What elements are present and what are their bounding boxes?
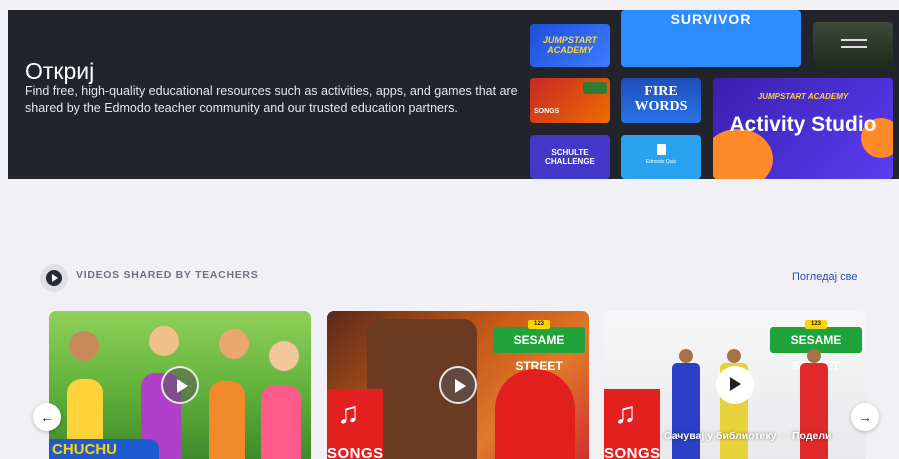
tile-label: SONGS xyxy=(534,108,560,115)
discover-page: Откриј Find free, high-quality education… xyxy=(0,0,899,459)
music-note-icon: ♫ xyxy=(337,397,360,430)
play-icon xyxy=(177,379,188,393)
card-actions: Сачувај у библиотеку · Подели xyxy=(664,430,831,442)
hero-banner: Откриј Find free, high-quality education… xyxy=(8,10,899,179)
tile-sesame-songs[interactable]: SONGS xyxy=(530,78,610,123)
music-note-icon: ♫ xyxy=(614,397,637,430)
tile-drone[interactable] xyxy=(813,22,893,67)
cartoon-kid xyxy=(149,326,179,356)
carousel-prev-button[interactable]: ← xyxy=(33,403,61,431)
video-card[interactable]: CHUCHU xyxy=(49,311,311,459)
share-link[interactable]: Подели xyxy=(792,430,831,442)
tile-sublabel: JUMPSTART ACADEMY xyxy=(757,92,849,101)
tile-edmodo-quiz[interactable]: Edmodo Quiz xyxy=(621,135,701,179)
play-button[interactable] xyxy=(161,366,199,404)
cartoon-kid xyxy=(219,329,249,359)
songs-panel: ♫ SONGS xyxy=(327,389,383,459)
tile-label: FIRE WORDS xyxy=(634,84,688,114)
separator: · xyxy=(782,430,787,442)
brand-number: 123 xyxy=(805,320,827,329)
cartoon-kid xyxy=(69,331,99,361)
tile-label: SCHULTE CHALLENGE xyxy=(545,148,595,166)
video-section-icon xyxy=(40,264,68,292)
sesame-street-badge xyxy=(583,82,607,94)
tile-label: Edmodo Quiz xyxy=(645,159,677,165)
play-button[interactable] xyxy=(439,366,477,404)
cartoon-figure xyxy=(209,381,245,459)
tile-fire-words[interactable]: FIRE WORDS xyxy=(621,78,701,123)
sesame-street-logo: 123 SESAME STREET xyxy=(493,320,585,373)
person-figure xyxy=(800,349,828,459)
quiz-icon xyxy=(657,144,666,155)
carousel-next-button[interactable]: → xyxy=(851,403,879,431)
hero-description: Find free, high-quality educational reso… xyxy=(25,84,518,115)
tile-label: SURVIVOR xyxy=(670,11,752,27)
arrow-right-icon: → xyxy=(858,409,872,425)
play-icon xyxy=(46,270,62,286)
person-figure xyxy=(672,349,700,459)
decorative-blob xyxy=(713,129,773,179)
songs-panel: ♫ SONGS xyxy=(604,389,660,459)
elmo-figure xyxy=(495,369,575,459)
section-title: VIDEOS SHARED BY TEACHERS xyxy=(76,269,259,281)
brand-label: SESAME STREET xyxy=(513,333,565,373)
cartoon-kid xyxy=(269,341,299,371)
songs-label: SONGS xyxy=(604,445,661,459)
view-all-link[interactable]: Погледај све xyxy=(792,271,857,283)
songs-label: SONGS xyxy=(327,445,384,459)
tile-survivor[interactable]: SURVIVOR xyxy=(621,10,801,67)
play-button[interactable] xyxy=(716,366,754,404)
play-icon xyxy=(730,377,741,391)
video-card[interactable]: 123 SESAME STREET ♫ SONGS Сачувај у библ… xyxy=(604,311,866,459)
play-icon xyxy=(455,379,466,393)
tile-schulte-challenge[interactable]: SCHULTE CHALLENGE xyxy=(530,135,610,179)
tile-label: Activity Studio xyxy=(729,113,877,136)
tile-label: JUMPSTART ACADEMY xyxy=(542,35,598,55)
chuchu-brand: CHUCHU xyxy=(49,439,159,459)
arrow-left-icon: ← xyxy=(40,409,54,425)
hero-title: Откриј xyxy=(25,58,95,84)
video-card[interactable]: 123 SESAME STREET ♫ SONGS xyxy=(327,311,589,459)
cartoon-figure xyxy=(261,385,301,459)
brand-number: 123 xyxy=(528,320,550,329)
tile-activity-studio[interactable]: JUMPSTART ACADEMY Activity Studio xyxy=(713,78,893,179)
tile-jumpstart-academy[interactable]: JUMPSTART ACADEMY xyxy=(530,24,610,67)
drone-icon xyxy=(841,39,867,48)
save-to-library-link[interactable]: Сачувај у библиотеку xyxy=(664,430,777,442)
